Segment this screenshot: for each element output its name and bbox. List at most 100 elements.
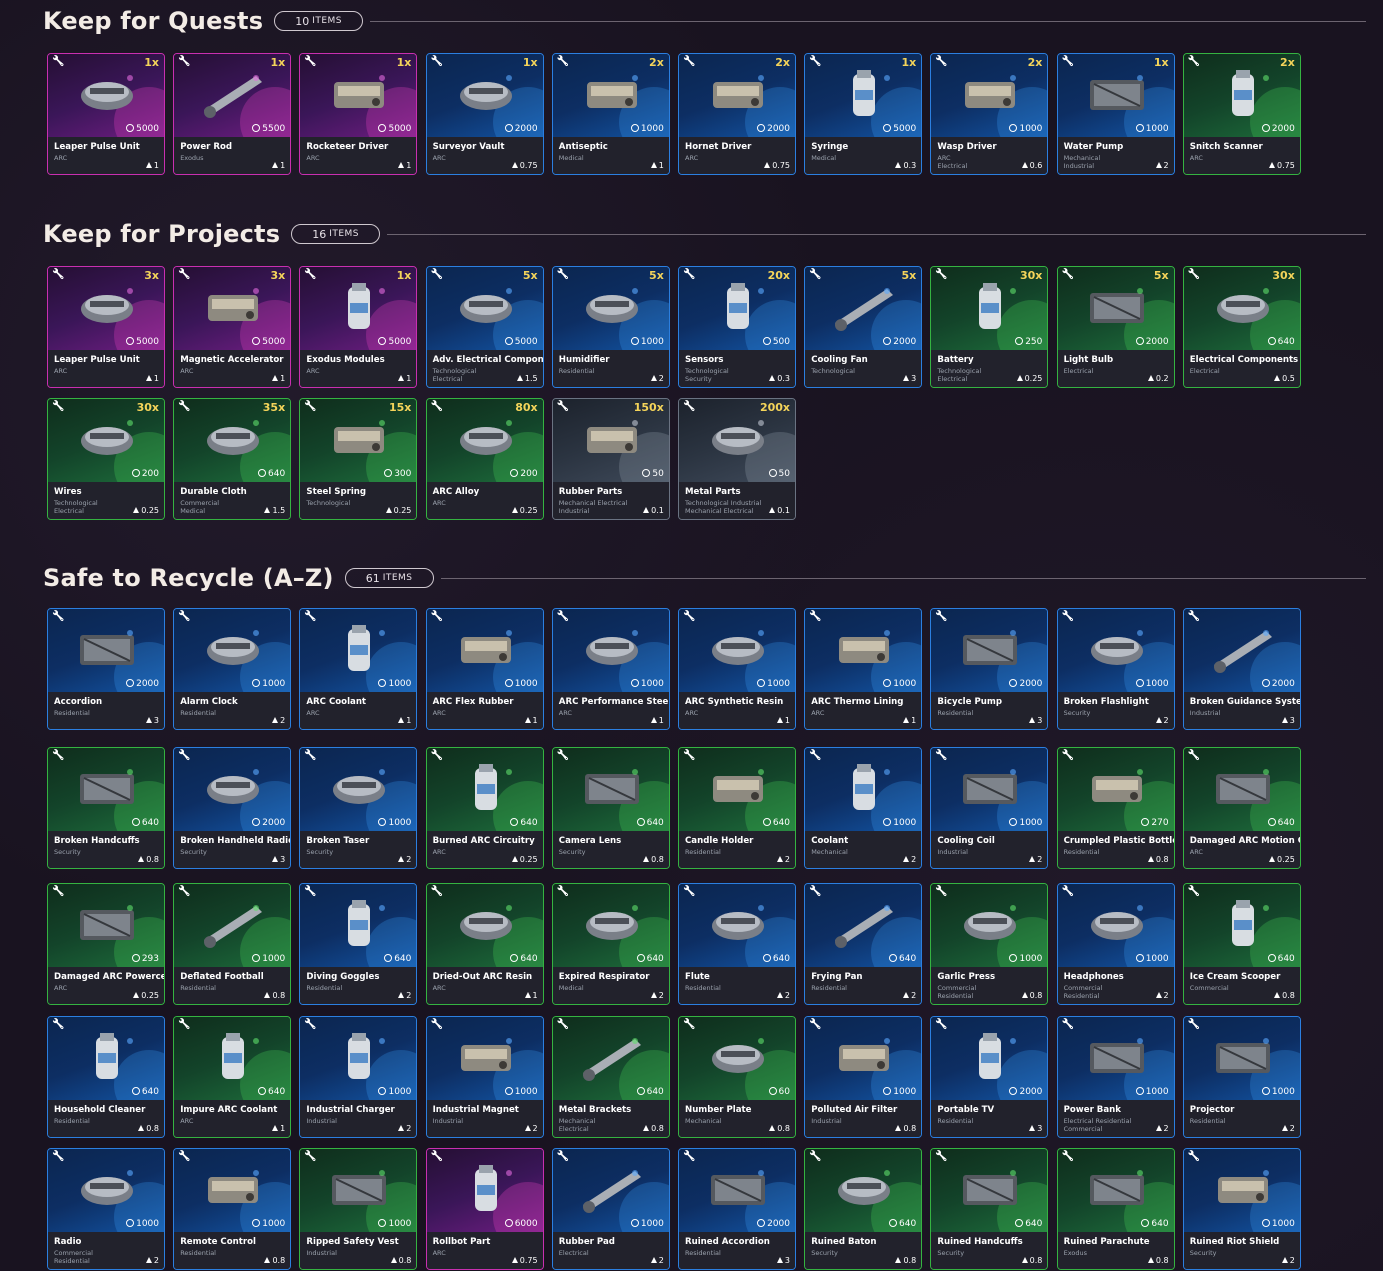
wrench-icon[interactable]: 🔧 [557,1152,569,1162]
wrench-icon[interactable]: 🔧 [52,1020,64,1030]
item-card[interactable]: 🔧 2x 2000 Hornet Driver ARC 0.75 [678,53,796,175]
wrench-icon[interactable]: 🔧 [1188,1152,1200,1162]
item-card[interactable]: 🔧 150x 50 Rubber Parts Mechanical Electrical… [551,398,670,520]
item-card[interactable]: 🔧 1000 ARC Synthetic Resin ARC 1 [678,608,796,730]
item-card[interactable]: 🔧 1x 2000 Surveyor Vault ARC 0.75 [425,53,544,175]
item-card[interactable]: 🔧 640 Dried-Out ARC Resin ARC 1 [425,883,544,1005]
wrench-icon[interactable]: 🔧 [178,1020,190,1030]
wrench-icon[interactable]: 🔧 [52,402,64,412]
wrench-icon[interactable]: 🔧 [1188,57,1200,67]
item-card[interactable]: 🔧 2x 2000 Snitch Scanner ARC 0.75 [1182,53,1301,175]
wrench-icon[interactable]: 🔧 [304,612,316,622]
item-card[interactable]: 🔧 2000 Portable TV Residential 3 [930,1016,1049,1138]
item-card[interactable]: 🔧 1000 ARC Performance Steel ARC 1 [551,608,670,730]
item-card[interactable]: 🔧 2000 Bicycle Pump Residential 3 [930,608,1049,730]
item-card[interactable]: 🔧 1000 Coolant Mechanical 2 [804,747,923,869]
wrench-icon[interactable]: 🔧 [304,270,316,280]
wrench-icon[interactable]: 🔧 [178,270,190,280]
wrench-icon[interactable]: 🔧 [557,402,569,412]
item-card[interactable]: 🔧 1000 Deflated Football Residential 0.8 [173,883,292,1005]
item-card[interactable]: 🔧 1000 Ruined Riot Shield Security 2 [1182,1148,1301,1270]
item-card[interactable]: 🔧 640 Flute Residential 2 [678,883,796,1005]
wrench-icon[interactable]: 🔧 [809,1020,821,1030]
wrench-icon[interactable]: 🔧 [1062,751,1074,761]
item-card[interactable]: 🔧 20x 500 Sensors Technological Security 0.3 [678,266,796,388]
item-card[interactable]: 🔧 2000 Broken Handheld Radio Security 3 [173,747,292,869]
item-card[interactable]: 🔧 1000 Industrial Charger Industrial 2 [299,1016,418,1138]
wrench-icon[interactable]: 🔧 [683,270,695,280]
item-card[interactable]: 🔧 5x 2000 Light Bulb Electrical 0.2 [1056,266,1175,388]
wrench-icon[interactable]: 🔧 [935,270,947,280]
wrench-icon[interactable]: 🔧 [1188,1020,1200,1030]
wrench-icon[interactable]: 🔧 [935,612,947,622]
wrench-icon[interactable]: 🔧 [304,751,316,761]
item-card[interactable]: 🔧 1000 ARC Coolant ARC 1 [299,608,418,730]
item-card[interactable]: 🔧 2x 1000 Antiseptic Medical 1 [551,53,670,175]
item-card[interactable]: 🔧 2x 1000 Wasp Driver ARC Electrical 0.6 [930,53,1049,175]
item-card[interactable]: 🔧 1000 ARC Flex Rubber ARC 1 [425,608,544,730]
wrench-icon[interactable]: 🔧 [178,612,190,622]
item-card[interactable]: 🔧 3x 5000 Magnetic Accelerator ARC 1 [173,266,292,388]
wrench-icon[interactable]: 🔧 [1062,887,1074,897]
wrench-icon[interactable]: 🔧 [809,270,821,280]
item-card[interactable]: 🔧 1000 Ripped Safety Vest Industrial 0.8 [299,1148,418,1270]
wrench-icon[interactable]: 🔧 [178,1152,190,1162]
wrench-icon[interactable]: 🔧 [935,57,947,67]
item-card[interactable]: 🔧 5x 2000 Cooling Fan Technological 3 [804,266,923,388]
item-card[interactable]: 🔧 30x 200 Wires Technological Electrical 0.25 [47,398,165,520]
wrench-icon[interactable]: 🔧 [52,1152,64,1162]
wrench-icon[interactable]: 🔧 [1188,887,1200,897]
item-card[interactable]: 🔧 640 Impure ARC Coolant ARC 1 [173,1016,292,1138]
wrench-icon[interactable]: 🔧 [52,612,64,622]
wrench-icon[interactable]: 🔧 [178,402,190,412]
item-card[interactable]: 🔧 1x 5000 Syringe Medical 0.3 [804,53,923,175]
item-card[interactable]: 🔧 640 Diving Goggles Residential 2 [299,883,418,1005]
wrench-icon[interactable]: 🔧 [935,751,947,761]
wrench-icon[interactable]: 🔧 [1062,57,1074,67]
item-card[interactable]: 🔧 640 Broken Handcuffs Security 0.8 [47,747,165,869]
wrench-icon[interactable]: 🔧 [1062,612,1074,622]
item-card[interactable]: 🔧 30x 640 Electrical Components Electrical 0.… [1182,266,1301,388]
item-card[interactable]: 🔧 1x 5000 Leaper Pulse Unit ARC 1 [47,53,165,175]
item-card[interactable]: 🔧 640 Ruined Parachute Exodus 0.8 [1056,1148,1175,1270]
item-card[interactable]: 🔧 1000 Power Bank Electrical Residential Com… [1056,1016,1175,1138]
wrench-icon[interactable]: 🔧 [304,402,316,412]
wrench-icon[interactable]: 🔧 [431,1152,443,1162]
wrench-icon[interactable]: 🔧 [683,612,695,622]
item-card[interactable]: 🔧 270 Crumpled Plastic Bottle Residential 0.… [1056,747,1175,869]
wrench-icon[interactable]: 🔧 [1188,270,1200,280]
item-card[interactable]: 🔧 35x 640 Durable Cloth Commercial Medical 1.5 [173,398,292,520]
wrench-icon[interactable]: 🔧 [557,270,569,280]
item-card[interactable]: 🔧 1000 Broken Flashlight Security 2 [1056,608,1175,730]
item-card[interactable]: 🔧 1000 Polluted Air Filter Industrial 0.8 [804,1016,923,1138]
wrench-icon[interactable]: 🔧 [683,57,695,67]
item-card[interactable]: 🔧 5x 5000 Adv. Electrical Components Technol… [425,266,544,388]
wrench-icon[interactable]: 🔧 [431,270,443,280]
item-card[interactable]: 🔧 640 Candle Holder Residential 2 [678,747,796,869]
wrench-icon[interactable]: 🔧 [683,751,695,761]
item-card[interactable]: 🔧 640 Ice Cream Scooper Commercial 0.8 [1182,883,1301,1005]
item-card[interactable]: 🔧 1000 Alarm Clock Residential 2 [173,608,292,730]
item-card[interactable]: 🔧 2000 Ruined Accordion Residential 3 [678,1148,796,1270]
item-card[interactable]: 🔧 1x 5000 Rocketeer Driver ARC 1 [299,53,418,175]
item-card[interactable]: 🔧 1000 Cooling Coil Industrial 2 [930,747,1049,869]
wrench-icon[interactable]: 🔧 [431,57,443,67]
wrench-icon[interactable]: 🔧 [431,887,443,897]
item-card[interactable]: 🔧 1000 Garlic Press Commercial Residential 0.… [930,883,1049,1005]
item-card[interactable]: 🔧 1x 5500 Power Rod Exodus 1 [173,53,292,175]
wrench-icon[interactable]: 🔧 [1188,751,1200,761]
wrench-icon[interactable]: 🔧 [557,1020,569,1030]
wrench-icon[interactable]: 🔧 [809,1152,821,1162]
item-card[interactable]: 🔧 640 Camera Lens Security 0.8 [551,747,670,869]
wrench-icon[interactable]: 🔧 [52,751,64,761]
wrench-icon[interactable]: 🔧 [178,57,190,67]
item-card[interactable]: 🔧 640 Ruined Baton Security 0.8 [804,1148,923,1270]
wrench-icon[interactable]: 🔧 [431,402,443,412]
wrench-icon[interactable]: 🔧 [1062,1152,1074,1162]
wrench-icon[interactable]: 🔧 [52,57,64,67]
wrench-icon[interactable]: 🔧 [431,612,443,622]
wrench-icon[interactable]: 🔧 [304,57,316,67]
item-card[interactable]: 🔧 6000 Rollbot Part ARC 0.75 [425,1148,544,1270]
item-card[interactable]: 🔧 1000 Rubber Pad Electrical 2 [551,1148,670,1270]
item-card[interactable]: 🔧 1000 Remote Control Residential 0.8 [173,1148,292,1270]
